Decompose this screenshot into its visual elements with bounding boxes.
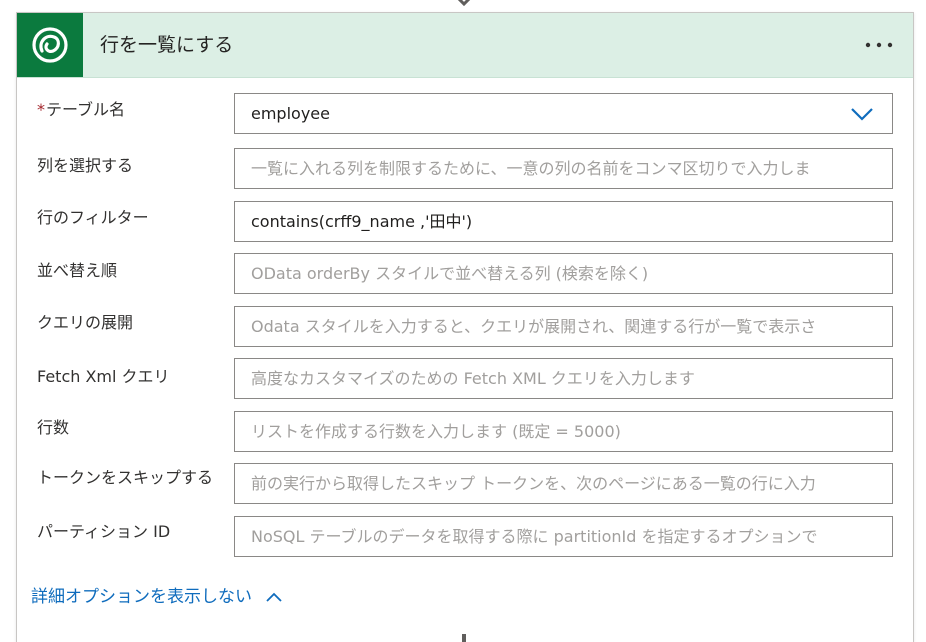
field-label-sort-by: 並べ替え順 xyxy=(37,261,118,280)
field-row-row-count: 行数 リストを作成する行数を入力します (既定 = 5000) xyxy=(17,411,913,455)
required-marker: * xyxy=(37,100,45,119)
flow-connector-arrow-icon xyxy=(457,0,471,7)
dropdown-value: employee xyxy=(251,104,330,123)
field-label-partition-id: パーティション ID xyxy=(37,522,171,541)
field-label-row-count: 行数 xyxy=(37,418,70,437)
field-label-select-columns: 列を選択する xyxy=(37,156,134,175)
field-label-expand-query: クエリの展開 xyxy=(37,313,134,332)
advanced-toggle-label: 詳細オプションを表示しない xyxy=(31,587,252,607)
field-label-table-name: *テーブル名 xyxy=(37,99,227,121)
chevron-up-icon xyxy=(266,592,282,602)
field-label-text: テーブル名 xyxy=(46,100,126,119)
partition-id-input[interactable]: NoSQL テーブルのデータを取得する際に partitionId を指定するオ… xyxy=(234,516,893,557)
connector-logo xyxy=(17,13,83,77)
field-row-sort-by: 並べ替え順 OData orderBy スタイルで並べ替える列 (検索を除く) xyxy=(17,253,913,297)
field-row-expand-query: クエリの展開 Odata スタイルを入力すると、クエリが展開され、関連する行が一… xyxy=(17,306,913,350)
field-label-fetch-xml: Fetch Xml クエリ xyxy=(37,367,170,386)
table-name-dropdown[interactable]: employee xyxy=(234,93,893,134)
select-columns-input[interactable]: 一覧に入れる列を制限するために、一意の列の名前をコンマ区切りで入力しま xyxy=(234,148,893,189)
field-row-select-columns: 列を選択する 一覧に入れる列を制限するために、一意の列の名前をコンマ区切りで入力… xyxy=(17,148,913,192)
filter-rows-input[interactable]: contains(crff9_name ,'田中') xyxy=(234,201,893,242)
canvas: 行を一覧にする *テーブル名 employee 列を選択する 一覧に入れる列を制… xyxy=(0,0,926,642)
fetch-xml-input[interactable]: 高度なカスタマイズのための Fetch XML クエリを入力します xyxy=(234,358,893,399)
more-options-icon xyxy=(865,42,893,48)
expand-query-input[interactable]: Odata スタイルを入力すると、クエリが展開され、関連する行が一覧で表示さ xyxy=(234,306,893,347)
flow-connector-line xyxy=(462,634,466,642)
chevron-down-icon[interactable] xyxy=(848,104,876,124)
hide-advanced-options-link[interactable]: 詳細オプションを表示しない xyxy=(31,585,284,609)
field-row-table-name: *テーブル名 employee xyxy=(17,93,913,137)
action-title[interactable]: 行を一覧にする xyxy=(100,13,233,77)
action-card-header[interactable]: 行を一覧にする xyxy=(17,13,913,78)
dataverse-logo-icon xyxy=(32,27,68,63)
more-options-button[interactable] xyxy=(859,31,899,59)
field-row-fetch-xml: Fetch Xml クエリ 高度なカスタマイズのための Fetch XML クエ… xyxy=(17,358,913,402)
field-row-skip-token: トークンをスキップする 前の実行から取得したスキップ トークンを、次のページにあ… xyxy=(17,463,913,507)
skip-token-input[interactable]: 前の実行から取得したスキップ トークンを、次のページにある一覧の行に入力 xyxy=(234,463,893,504)
row-count-input[interactable]: リストを作成する行数を入力します (既定 = 5000) xyxy=(234,411,893,452)
field-label-skip-token: トークンをスキップする xyxy=(37,468,214,487)
field-label-filter-rows: 行のフィルター xyxy=(37,208,149,227)
field-row-partition-id: パーティション ID NoSQL テーブルのデータを取得する際に partiti… xyxy=(17,516,913,560)
field-row-filter-rows: 行のフィルター contains(crff9_name ,'田中') xyxy=(17,201,913,245)
action-card: 行を一覧にする *テーブル名 employee 列を選択する 一覧に入れる列を制… xyxy=(16,12,914,642)
sort-by-input[interactable]: OData orderBy スタイルで並べ替える列 (検索を除く) xyxy=(234,253,893,294)
